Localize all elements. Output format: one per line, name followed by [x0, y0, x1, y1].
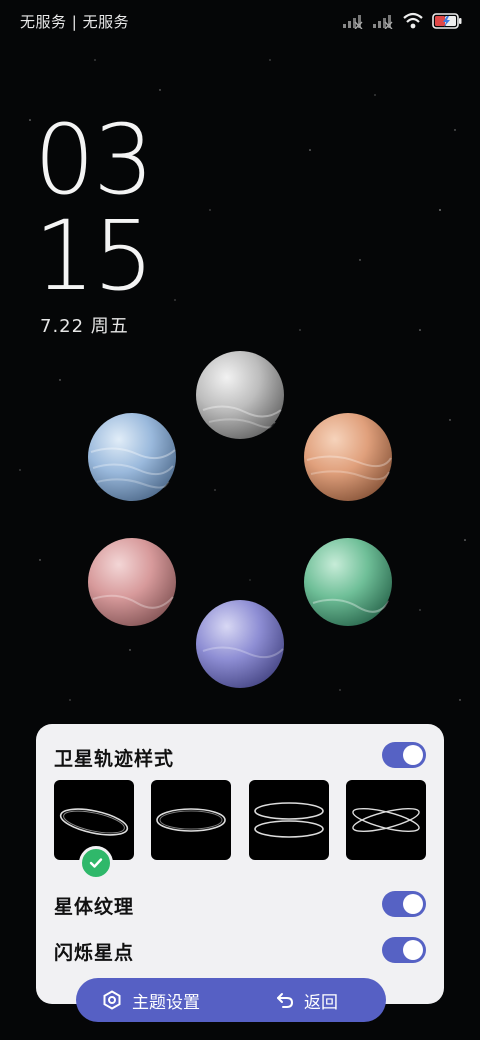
planet-orange[interactable]: [303, 412, 393, 502]
orbit-style-option-4[interactable]: [346, 780, 426, 860]
orbit-style-option-2[interactable]: [151, 780, 231, 860]
orbit-double-ring-icon: [254, 802, 324, 838]
orbit-style-toggle[interactable]: [382, 742, 426, 768]
planet-pink[interactable]: [87, 537, 177, 627]
action-bar: 主题设置 返回: [76, 978, 386, 1022]
texture-toggle[interactable]: [382, 891, 426, 917]
planet-blue[interactable]: [87, 412, 177, 502]
orbit-flat-ring-icon: [156, 808, 226, 832]
orbit-cross-ring-icon: [352, 807, 420, 833]
planet-green[interactable]: [303, 537, 393, 627]
selected-check-icon: [79, 846, 113, 880]
back-arrow-icon: [277, 993, 294, 1008]
planet-purple[interactable]: [195, 599, 285, 689]
settings-panel: 卫星轨迹样式 星体纹理 闪烁星点: [36, 724, 444, 1004]
theme-settings-label: 主题设置: [132, 992, 200, 1013]
twinkle-label: 闪烁星点: [54, 942, 135, 964]
texture-label: 星体纹理: [54, 896, 135, 918]
orbit-style-label: 卫星轨迹样式: [54, 748, 175, 770]
orbit-style-option-3[interactable]: [249, 780, 329, 860]
back-label: 返回: [304, 992, 338, 1013]
back-button[interactable]: 返回: [276, 978, 338, 1022]
theme-hexagon-icon: [103, 990, 121, 1010]
planet-ring: [0, 0, 480, 720]
twinkle-toggle[interactable]: [382, 937, 426, 963]
theme-settings-button[interactable]: 主题设置: [102, 978, 200, 1022]
planet-gray[interactable]: [195, 350, 285, 440]
